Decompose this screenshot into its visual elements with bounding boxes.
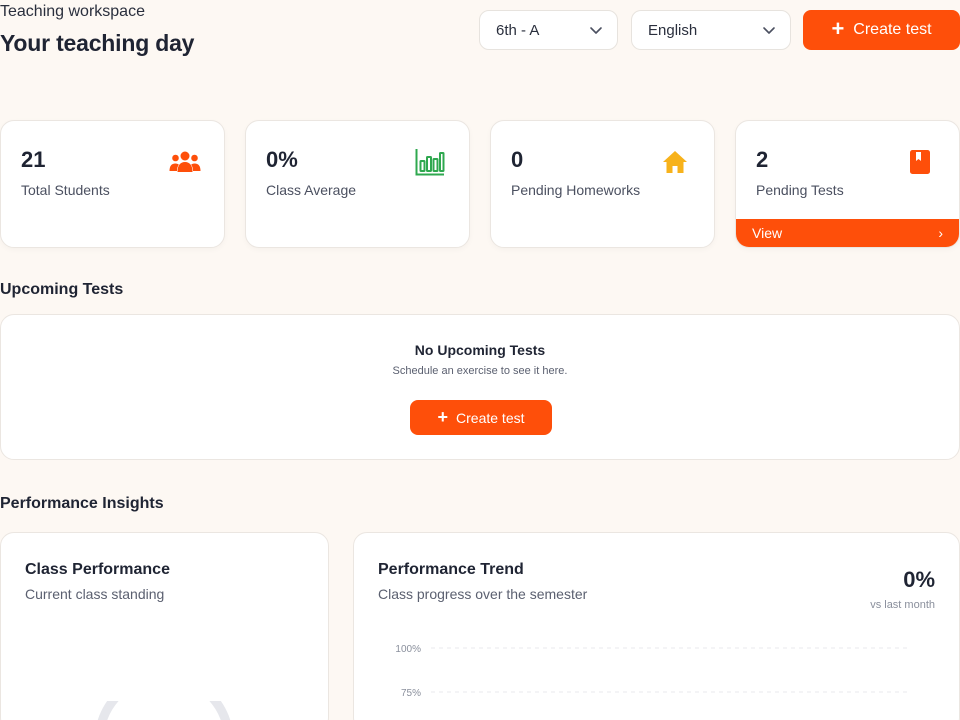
home-icon: [658, 147, 692, 177]
create-test-button-secondary[interactable]: + Create test: [410, 400, 552, 435]
panel-subtitle: Current class standing: [25, 586, 165, 602]
plus-icon: +: [831, 16, 845, 41]
chevron-down-icon: [590, 27, 602, 34]
trend-chart: 100% 75%: [395, 644, 911, 699]
panel-title: Performance Trend: [378, 561, 524, 578]
book-icon: [903, 147, 937, 177]
class-performance-panel: Class Performance Current class standing: [0, 532, 329, 720]
chevron-right-icon: ›: [938, 225, 943, 241]
page-title: Your teaching day: [0, 30, 195, 56]
bar-chart-icon: [413, 147, 447, 177]
plus-icon: +: [437, 406, 449, 427]
stat-card-total-students: 21 Total Students: [0, 120, 225, 248]
upcoming-tests-panel: No Upcoming Tests Schedule an exercise t…: [0, 314, 960, 460]
create-test-button[interactable]: + Create test: [803, 10, 960, 50]
stat-value: 2: [756, 147, 769, 172]
stat-value: 21: [21, 147, 46, 172]
class-select-value: 6th - A: [496, 21, 540, 39]
chevron-down-icon: [763, 27, 775, 34]
users-icon: [168, 147, 202, 177]
class-select[interactable]: 6th - A: [479, 10, 618, 50]
empty-state-subtitle: Schedule an exercise to see it here.: [392, 365, 568, 377]
empty-state-title: No Upcoming Tests: [414, 342, 546, 358]
performance-insights-heading: Performance Insights: [0, 495, 164, 512]
stat-card-pending-homeworks: 0 Pending Homeworks: [490, 120, 715, 248]
create-test-label: Create test: [853, 21, 932, 38]
workspace-eyebrow: Teaching workspace: [0, 3, 145, 20]
subject-select[interactable]: English: [631, 10, 791, 50]
stat-label: Class Average: [266, 182, 357, 198]
panel-subtitle: Class progress over the semester: [378, 586, 588, 602]
page-header: Teaching workspace Your teaching day 6th…: [0, 0, 960, 70]
performance-trend-panel: Performance Trend Class progress over th…: [353, 532, 960, 720]
y-tick-label: 75%: [401, 688, 421, 699]
stat-label: Pending Tests: [756, 182, 844, 198]
panel-title: Class Performance: [25, 561, 170, 578]
view-pending-tests-link[interactable]: View ›: [736, 219, 959, 247]
stat-value: 0%: [266, 147, 298, 172]
create-test-label: Create test: [456, 409, 525, 426]
trend-note: vs last month: [870, 599, 935, 611]
stat-card-class-average: 0% Class Average: [245, 120, 470, 248]
subject-select-value: English: [648, 21, 698, 39]
trend-value: 0%: [903, 567, 935, 592]
upcoming-tests-heading: Upcoming Tests: [0, 281, 124, 298]
stat-label: Total Students: [21, 182, 110, 198]
view-label: View: [752, 225, 783, 241]
performance-gauge: [97, 701, 231, 720]
y-tick-label: 100%: [395, 644, 421, 655]
stat-card-pending-tests: 2 Pending Tests View ›: [735, 120, 960, 248]
stat-label: Pending Homeworks: [511, 182, 641, 198]
stat-value: 0: [511, 147, 524, 172]
